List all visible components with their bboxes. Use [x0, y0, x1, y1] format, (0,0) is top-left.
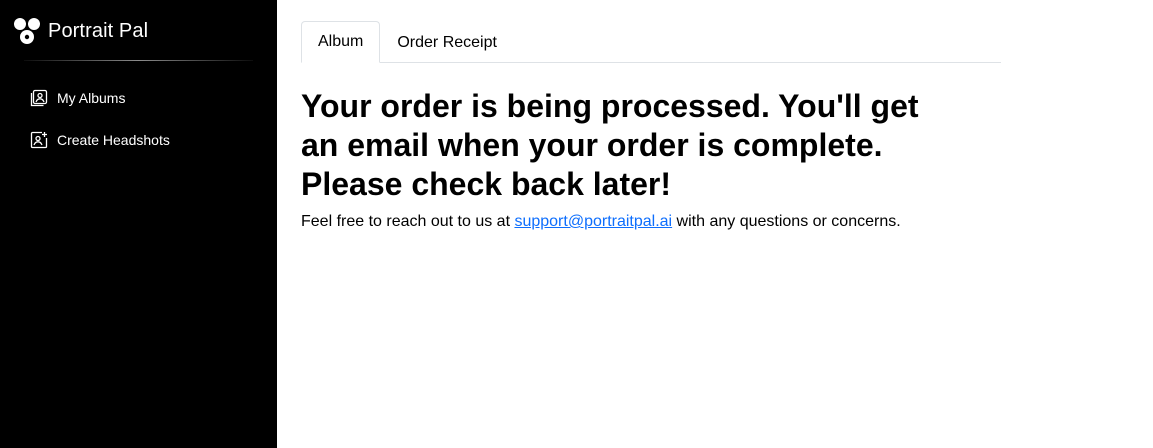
sidebar-item-my-albums[interactable]: My Albums: [30, 86, 260, 110]
order-status-heading: Your order is being processed. You'll ge…: [301, 88, 919, 202]
brand-divider: [24, 60, 253, 61]
support-note-suffix: with any questions or concerns.: [672, 213, 901, 230]
sidebar-item-label: Create Headshots: [57, 132, 170, 148]
tab-bar: Album Order Receipt: [301, 21, 1001, 63]
portrait-pal-logo-icon: [12, 16, 42, 46]
sidebar-nav: My Albums Create Headshots: [30, 86, 260, 170]
tab-order-receipt[interactable]: Order Receipt: [380, 21, 514, 63]
tab-album[interactable]: Album: [301, 21, 381, 63]
support-note: Feel free to reach out to us at support@…: [301, 212, 1121, 232]
brand[interactable]: Portrait Pal: [12, 16, 148, 46]
support-email-link[interactable]: support@portraitpal.ai: [514, 213, 672, 230]
sidebar-item-label: My Albums: [57, 90, 126, 106]
brand-name: Portrait Pal: [48, 19, 149, 42]
main-content: Album Order Receipt Your order is being …: [277, 0, 1153, 448]
sidebar: Portrait Pal My Albums Create Headshots: [0, 0, 277, 448]
add-image-icon: [30, 131, 48, 149]
album-icon: [30, 89, 48, 107]
app-root: Portrait Pal My Albums Create Headshots …: [0, 0, 1153, 448]
support-note-prefix: Feel free to reach out to us at: [301, 213, 515, 230]
sidebar-item-create-headshots[interactable]: Create Headshots: [30, 128, 260, 152]
